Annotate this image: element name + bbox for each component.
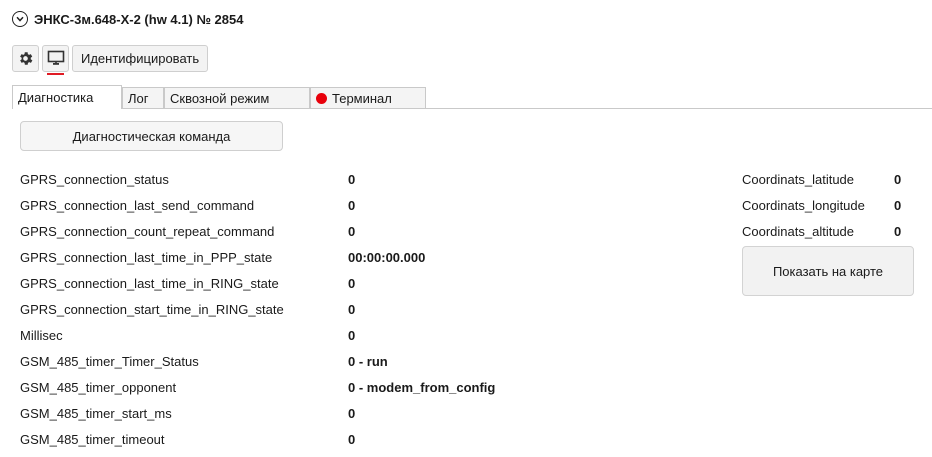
- device-header: ЭНКС-3м.648-Х-2 (hw 4.1) № 2854: [12, 9, 243, 29]
- param-name: GPRS_connection_last_time_in_PPP_state: [20, 250, 273, 265]
- tab-terminal-label: Терминал: [332, 90, 392, 106]
- param-value: 0 - modem_from_config: [348, 380, 496, 395]
- param-name: GPRS_connection_last_send_command: [20, 198, 255, 213]
- tab-bar-divider: [12, 108, 932, 109]
- param-value: 0: [348, 328, 356, 343]
- coordinate-row: Coordinats_altitude 0: [742, 222, 922, 248]
- param-value: 0: [348, 172, 356, 187]
- coordinate-row: Coordinats_latitude 0: [742, 170, 922, 196]
- param-name: GSM_485_timer_Timer_Status: [20, 354, 199, 369]
- monitor-button[interactable]: [42, 44, 69, 75]
- coordinate-value: 0: [894, 198, 902, 213]
- coordinate-name: Coordinats_longitude: [742, 198, 865, 213]
- param-value: 0: [348, 224, 356, 239]
- param-value: 0: [348, 406, 356, 421]
- param-value: 0 - run: [348, 354, 388, 369]
- toolbar: Идентифицировать: [12, 44, 209, 75]
- settings-button[interactable]: [12, 44, 39, 72]
- tab-bar: Диагностика Лог Сквозной режим Терминал: [12, 85, 932, 109]
- tab-diagnostics[interactable]: Диагностика: [12, 85, 122, 109]
- coordinate-name: Coordinats_altitude: [742, 224, 855, 239]
- identify-button[interactable]: Идентифицировать: [72, 44, 209, 72]
- show-on-map-button[interactable]: Показать на карте: [742, 246, 914, 296]
- tab-terminal[interactable]: Терминал: [310, 87, 426, 108]
- param-name: GPRS_connection_start_time_in_RING_state: [20, 302, 284, 317]
- coordinate-name: Coordinats_latitude: [742, 172, 855, 187]
- param-name: GSM_485_timer_opponent: [20, 380, 177, 395]
- param-name: GPRS_connection_last_time_in_RING_state: [20, 276, 279, 291]
- coordinate-value: 0: [894, 172, 902, 187]
- device-title: ЭНКС-3м.648-Х-2 (hw 4.1) № 2854: [34, 11, 244, 27]
- param-name: GSM_485_timer_timeout: [20, 432, 165, 447]
- coordinate-row: Coordinats_longitude 0: [742, 196, 922, 222]
- record-status-icon: [316, 92, 327, 104]
- coordinates-list: Coordinats_latitude 0 Coordinats_longitu…: [742, 170, 922, 248]
- param-name: GPRS_connection_count_repeat_command: [20, 224, 275, 239]
- tab-log[interactable]: Лог: [122, 87, 164, 108]
- gear-icon: [20, 51, 33, 65]
- param-name: GSM_485_timer_start_ms: [20, 406, 172, 421]
- param-name: Millisec: [20, 328, 63, 343]
- param-name: GPRS_connection_status: [20, 172, 169, 187]
- param-value: 0: [348, 432, 356, 447]
- monitor-icon: [47, 50, 64, 65]
- param-value: 0: [348, 302, 356, 317]
- coordinate-value: 0: [894, 224, 902, 239]
- tab-passthrough[interactable]: Сквозной режим: [164, 87, 310, 108]
- param-value: 00:00:00.000: [348, 250, 426, 265]
- param-value: 0: [348, 276, 356, 291]
- chevron-down-circle-icon[interactable]: [12, 11, 28, 27]
- param-value: 0: [348, 198, 356, 213]
- diagnostic-command-button[interactable]: Диагностическая команда: [20, 121, 283, 151]
